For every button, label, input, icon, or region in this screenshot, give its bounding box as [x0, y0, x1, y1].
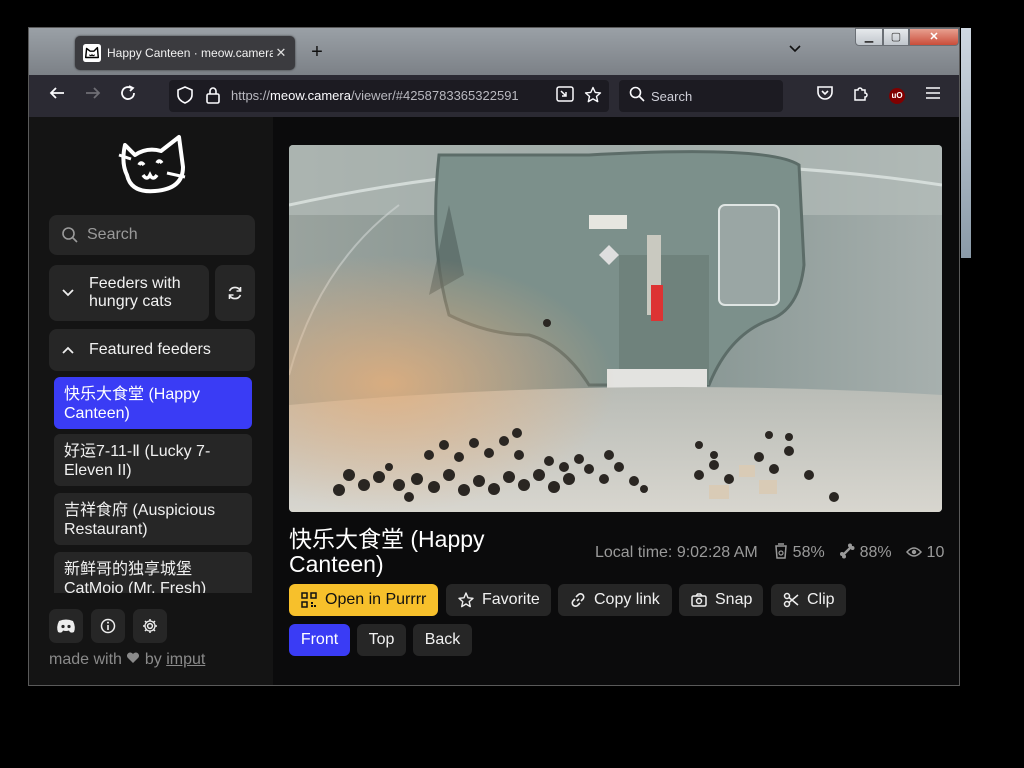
meow-camera-logo-icon: [118, 135, 186, 194]
new-tab-button[interactable]: +: [305, 40, 329, 64]
feeder-item-auspicious-restaurant[interactable]: 吉祥食府 (Auspicious Restaurant): [54, 493, 252, 545]
made-with-credit: made with by imput: [49, 651, 205, 669]
heart-icon: [127, 652, 140, 663]
bone-icon: [840, 543, 855, 559]
camera-title: 快乐大食堂 (Happy Canteen): [289, 526, 485, 577]
imput-link[interactable]: imput: [166, 651, 205, 668]
chevron-up-icon: [62, 346, 74, 354]
navigation-toolbar: https://meow.camera/viewer/#425878336532…: [29, 75, 959, 117]
url-text[interactable]: https://meow.camera/viewer/#425878336532…: [231, 88, 543, 103]
search-icon: [627, 86, 647, 106]
feeder-search-placeholder: Search: [87, 226, 138, 243]
tab-close-icon[interactable]: ✕: [273, 45, 289, 61]
group-label: Featured feeders: [89, 341, 211, 358]
group-hungry-cats[interactable]: Feeders with hungry cats: [49, 265, 209, 321]
clip-button[interactable]: Clip: [771, 584, 846, 616]
qr-code-icon: [301, 592, 317, 608]
copy-link-button[interactable]: Copy link: [558, 584, 672, 616]
local-time: Local time: 9:02:28 AM: [595, 544, 758, 561]
feeder-list: 快乐大食堂 (Happy Canteen) 好运7-11-Ⅱ (Lucky 7-…: [49, 377, 255, 593]
info-icon[interactable]: [91, 609, 125, 643]
url-bar[interactable]: https://meow.camera/viewer/#425878336532…: [169, 80, 609, 112]
food-bag-icon: [775, 543, 788, 559]
camera-frame-image: [289, 145, 942, 512]
star-icon: [458, 592, 474, 608]
feed-level: 88%: [859, 544, 892, 561]
camera-icon: [691, 593, 707, 607]
open-in-purrrr-button[interactable]: Open in Purrrr: [289, 584, 438, 616]
view-front-button[interactable]: Front: [289, 624, 350, 656]
reader-view-icon[interactable]: [555, 86, 575, 106]
search-icon: [62, 227, 78, 243]
link-icon: [571, 593, 585, 607]
feeder-item-mr-fresh[interactable]: 新鲜哥的独享城堡 CatMojo (Mr. Fresh): [54, 552, 252, 593]
by-text: by: [144, 651, 162, 668]
browser-window: Happy Canteen · meow.camera ✕ + ▁ ▢ ✕ ht…: [28, 27, 960, 686]
ublock-origin-icon[interactable]: uO: [885, 84, 909, 108]
scissors-icon: [783, 592, 799, 608]
eye-icon: [906, 547, 923, 557]
snap-button[interactable]: Snap: [679, 584, 763, 616]
group-label: Feeders with hungry cats: [89, 275, 181, 310]
pocket-icon[interactable]: [813, 84, 837, 108]
forward-arrow-icon[interactable]: [81, 84, 105, 108]
gear-icon[interactable]: [133, 609, 167, 643]
viewer-main: 快乐大食堂 (Happy Canteen) Local time: 9:02:2…: [273, 117, 959, 685]
favorite-button[interactable]: Favorite: [446, 584, 551, 616]
sidebar: Search Feeders with hungry cats Featured…: [29, 117, 273, 685]
food-level: 58%: [792, 544, 825, 561]
group-featured-feeders[interactable]: Featured feeders: [49, 329, 255, 371]
chevron-down-icon: [62, 289, 74, 297]
web-page: Search Feeders with hungry cats Featured…: [29, 117, 959, 685]
close-window-button[interactable]: ✕: [909, 28, 959, 46]
cat-favicon-icon: [83, 44, 101, 62]
window-controls: ▁ ▢ ✕: [855, 28, 959, 48]
refresh-icon: [228, 286, 242, 300]
browser-search-placeholder: Search: [651, 89, 693, 104]
hamburger-menu-icon[interactable]: [921, 84, 945, 108]
desktop-background: [961, 28, 971, 258]
camera-video-feed[interactable]: [289, 145, 942, 512]
discord-icon[interactable]: [49, 609, 83, 643]
bookmark-star-icon[interactable]: [583, 86, 603, 106]
view-top-button[interactable]: Top: [357, 624, 406, 656]
extensions-puzzle-icon[interactable]: [849, 84, 873, 108]
browser-search-box[interactable]: Search: [619, 80, 783, 112]
back-arrow-icon[interactable]: [45, 84, 69, 108]
tab-title: Happy Canteen · meow.camera: [107, 46, 273, 60]
lock-icon[interactable]: [203, 86, 223, 106]
maximize-button[interactable]: ▢: [883, 28, 909, 46]
browser-tab[interactable]: Happy Canteen · meow.camera ✕: [75, 36, 295, 70]
tab-bar: Happy Canteen · meow.camera ✕ + ▁ ▢ ✕: [29, 28, 959, 75]
minimize-button[interactable]: ▁: [855, 28, 883, 46]
tracking-shield-icon[interactable]: [175, 86, 195, 106]
camera-stats: Local time: 9:02:28 AM 58% 88% 10: [595, 543, 950, 562]
feeder-search-input[interactable]: Search: [49, 215, 255, 255]
viewer-count: 10: [926, 544, 945, 561]
refresh-button[interactable]: [215, 265, 255, 321]
list-tabs-chevron-icon[interactable]: [785, 42, 805, 62]
reload-icon[interactable]: [116, 84, 140, 108]
made-with-text: made with: [49, 651, 122, 668]
view-back-button[interactable]: Back: [413, 624, 472, 656]
feeder-item-lucky-7-eleven[interactable]: 好运7-11-Ⅱ (Lucky 7-Eleven II): [54, 434, 252, 486]
feeder-item-happy-canteen[interactable]: 快乐大食堂 (Happy Canteen): [54, 377, 252, 429]
